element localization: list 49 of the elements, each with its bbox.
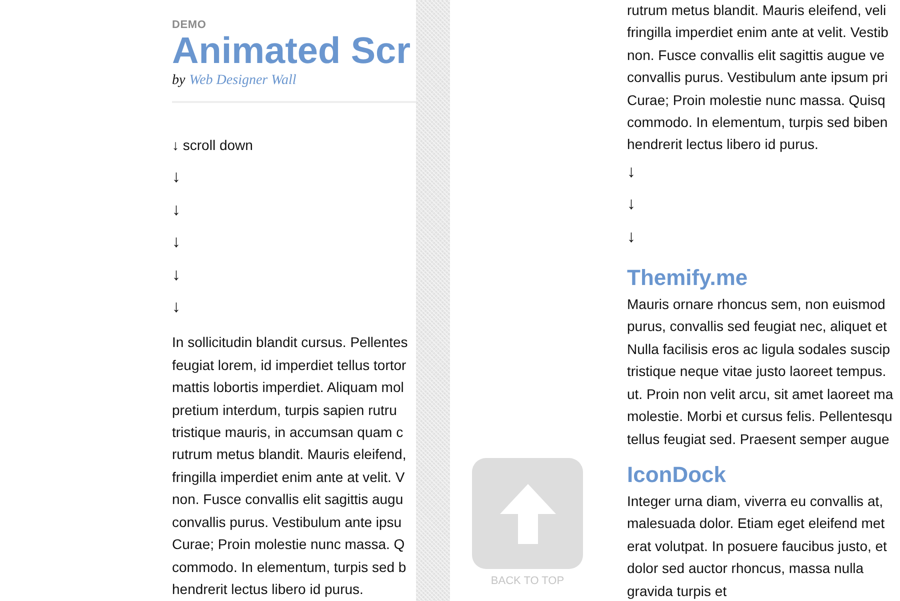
down-arrow: ↓ — [172, 166, 182, 188]
paragraph-line: fringilla imperdiet enim ante at velit. Vestib — [627, 23, 890, 42]
paragraph-line: Integer urna diam, viverra eu convallis at, — [627, 492, 884, 511]
paragraph-line: gravida turpis et — [627, 582, 728, 601]
scroll-hint: ↓ scroll down — [172, 136, 254, 155]
paragraph-line: hendrerit lectus libero id purus. — [627, 135, 820, 154]
paragraph-line: Curae; Proin molestie nunc massa. Quisq — [627, 90, 886, 110]
byline-prefix: by — [172, 73, 186, 89]
paragraph-line: non. Fusce convallis elit sagittis augu — [172, 490, 404, 510]
paragraph-line: rutrum metus blandit. Mauris eleifend, veli — [627, 1, 888, 20]
paragraph-line: hendrerit lectus libero id purus. — [172, 580, 364, 599]
paragraph-line: rutrum metus blandit. Mauris eleifend, — [172, 445, 408, 464]
paragraph-line: dolor sed auctor rhoncus, massa nulla — [627, 559, 865, 578]
paragraph-line: tristique mauris, in accumsan quam c — [172, 423, 404, 442]
section-heading: IconDock — [627, 460, 728, 489]
down-arrow: ↓ — [172, 198, 182, 221]
paragraph-line: Curae; Proin molestie nunc massa. Q — [172, 535, 406, 554]
paragraph-line: Nulla facilisis eros ac ligula sodales suscip — [627, 340, 892, 359]
paragraph-line: tellus feugiat sed. Praesent semper augue — [627, 430, 890, 449]
paragraph-line: erat volutpat. In posuere faucibus justo, et — [627, 536, 888, 556]
page-title: Animated Scr — [172, 31, 412, 71]
down-arrow: ↓ — [627, 160, 636, 183]
paragraph-line: mattis lobortis imperdiet. Aliquam mol — [172, 378, 405, 398]
paragraph-line: commodo. In elementum, turpis sed biben — [627, 113, 889, 132]
up-arrow-icon — [500, 484, 556, 544]
paragraph-line: convallis purus. Vestibulum ante ipsu — [172, 512, 403, 532]
down-arrow: ↓ — [627, 226, 636, 248]
paragraph-line: molestie. Morbi et cursus felis. Pellentesqu — [627, 407, 894, 426]
back-to-top-button[interactable] — [472, 458, 583, 569]
paragraph-line: convallis purus. Vestibulum ante ipsum pri — [627, 68, 889, 88]
paragraph-line: commodo. In elementum, turpis sed b — [172, 558, 408, 577]
paragraph-line: ut. Proin non velit arcu, sit amet laoreet ma — [627, 384, 894, 404]
down-arrow: ↓ — [627, 193, 636, 216]
paragraph-line: non. Fusce convallis elit sagittis augue ve — [627, 46, 886, 65]
down-arrow: ↓ — [172, 264, 182, 286]
paragraph-line: pretium interdum, turpis sapien rutru — [172, 400, 398, 420]
paragraph-line: fringilla imperdiet enim ante at velit. V — [172, 468, 406, 487]
down-arrow: ↓ — [172, 231, 182, 254]
paragraph-line: tristique neque vitae justo laoreet tempus. — [627, 362, 888, 382]
paragraph-line: Mauris ornare rhoncus sem, non euismod — [627, 295, 886, 314]
down-arrow: ↓ — [172, 296, 182, 318]
section-heading: Themify.me — [627, 264, 749, 292]
paragraph-line: malesuada dolor. Etiam eget eleifend met — [627, 514, 886, 534]
demo-label: DEMO — [172, 19, 208, 31]
author-link[interactable]: Web Designer Wall — [189, 73, 296, 89]
back-to-top-label: BACK TO TOP — [490, 575, 566, 587]
paragraph-line: feugiat lorem, id imperdiet tellus tortor — [172, 356, 408, 375]
paragraph-line: purus, convallis sed feugiat nec, aliquet et — [627, 317, 888, 336]
paragraph-line: In sollicitudin blandit cursus. Pellentes — [172, 333, 409, 352]
